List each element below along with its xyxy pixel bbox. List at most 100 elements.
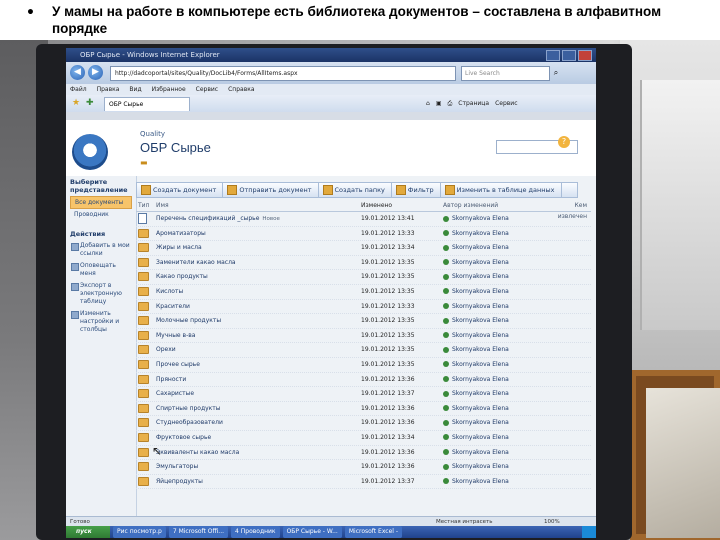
taskbar-item-office[interactable]: 7 Microsoft Offi...	[168, 526, 229, 538]
search-input[interactable]: Live Search	[461, 66, 550, 81]
item-author-link[interactable]: Skornyakova Elena	[443, 373, 553, 387]
item-author[interactable]: Skornyakova Elena	[452, 390, 509, 397]
item-name-link[interactable]: Прочее сырье	[152, 358, 361, 372]
item-author-link[interactable]: Skornyakova Elena	[443, 227, 553, 241]
item-name-link[interactable]: Жиры и масла	[152, 241, 361, 255]
item-author-link[interactable]: Skornyakova Elena	[443, 314, 553, 328]
tab-current[interactable]: ОБР Сырье	[104, 97, 190, 111]
item-name-link[interactable]: Студнеобразователи	[152, 416, 361, 430]
item-author-link[interactable]: Skornyakova Elena	[443, 402, 553, 416]
address-input[interactable]: http://dadcoportal/sites/Quality/DocLib4…	[110, 66, 456, 81]
item-author-link[interactable]: Skornyakova Elena	[443, 431, 553, 445]
column-checked-out[interactable]: Кем извлечен	[553, 200, 591, 220]
item-author-link[interactable]: Skornyakova Elena	[443, 446, 553, 460]
column-type[interactable]: Тип	[136, 200, 152, 211]
item-author-link[interactable]: Skornyakova Elena	[443, 475, 553, 489]
list-item[interactable]: Прочее сырье 19.01.2012 13:35 Skornyakova …	[136, 358, 591, 373]
item-author-link[interactable]: Skornyakova Elena	[443, 212, 553, 226]
item-author[interactable]: Skornyakova Elena	[452, 317, 509, 324]
item-name[interactable]: Сахаристые	[156, 390, 194, 397]
item-name-link[interactable]: Заменители какао масла	[152, 256, 361, 270]
item-author-link[interactable]: Skornyakova Elena	[443, 241, 553, 255]
action-alert-me[interactable]: Оповещать меня	[66, 260, 136, 280]
home-icon[interactable]: ⌂	[426, 98, 430, 109]
item-name[interactable]: Перечень спецификаций _сырье	[156, 215, 259, 222]
item-name-link[interactable]: Орехи	[152, 343, 361, 357]
item-name-link[interactable]: Спиртные продукты	[152, 402, 361, 416]
item-author[interactable]: Skornyakova Elena	[452, 273, 509, 280]
add-favorite-icon[interactable]: ✚	[86, 98, 94, 108]
menu-edit[interactable]: Правка	[97, 84, 120, 95]
favorites-star-icon[interactable]: ★	[72, 98, 80, 108]
list-item[interactable]: Спиртные продукты 19.01.2012 13:36 Skornya…	[136, 402, 591, 417]
item-name-link[interactable]: Перечень спецификаций _сырье Новое	[152, 212, 361, 226]
item-name-link[interactable]: Молочные продукты	[152, 314, 361, 328]
action-add-link[interactable]: Добавить в мои ссылки	[66, 240, 136, 260]
new-folder-button[interactable]: Создать папку	[319, 183, 392, 197]
list-item[interactable]: Заменители какао масла 19.01.2012 13:35 Sk…	[136, 256, 591, 271]
item-name-link[interactable]: Пряности	[152, 373, 361, 387]
item-author-link[interactable]: Skornyakova Elena	[443, 387, 553, 401]
parent-site-link[interactable]: Quality	[140, 130, 165, 138]
item-name-link[interactable]: Эмульгаторы	[152, 460, 361, 474]
maximize-icon[interactable]	[562, 50, 576, 61]
item-author-link[interactable]: Skornyakova Elena	[443, 358, 553, 372]
item-name[interactable]: Мучные в-ва	[156, 332, 195, 339]
list-item[interactable]: Пряности 19.01.2012 13:36 Skornyakova Elen…	[136, 373, 591, 388]
item-author-link[interactable]: Skornyakova Elena	[443, 270, 553, 284]
menu-tools[interactable]: Сервис	[196, 84, 218, 95]
item-author[interactable]: Skornyakova Elena	[452, 361, 509, 368]
item-name[interactable]: Красители	[156, 303, 190, 310]
list-item[interactable]: Мучные в-ва 19.01.2012 13:35 Skornyakova E…	[136, 329, 591, 344]
new-document-button[interactable]: Создать документ	[137, 183, 224, 197]
forward-icon[interactable]: ▶	[88, 65, 103, 80]
list-item[interactable]: Ароматизаторы 19.01.2012 13:33 Skornyakova…	[136, 227, 591, 242]
tools-menu[interactable]: Сервис	[495, 98, 517, 109]
menu-help[interactable]: Справка	[228, 84, 254, 95]
list-item[interactable]: Яйцепродукты 19.01.2012 13:37 Skornyakova …	[136, 475, 591, 490]
item-author[interactable]: Skornyakova Elena	[452, 244, 509, 251]
item-author-link[interactable]: Skornyakova Elena	[443, 343, 553, 357]
menu-favorites[interactable]: Избранное	[152, 84, 186, 95]
item-name-link[interactable]: Красители	[152, 300, 361, 314]
taskbar-item-explorer[interactable]: 4 Проводник	[231, 526, 280, 538]
item-author[interactable]: Skornyakova Elena	[452, 463, 509, 470]
taskbar-item-excel[interactable]: Microsoft Excel -	[344, 526, 403, 538]
item-name[interactable]: Студнеобразователи	[156, 419, 223, 426]
list-item[interactable]: Эквиваленты какао масла 19.01.2012 13:36 S…	[136, 446, 591, 461]
list-item[interactable]: Орехи 19.01.2012 13:35 Skornyakova Elena	[136, 343, 591, 358]
item-name[interactable]: Прочее сырье	[156, 361, 200, 368]
item-name[interactable]: Эквиваленты какао масла	[156, 449, 239, 456]
item-name-link[interactable]: Ароматизаторы	[152, 227, 361, 241]
item-author[interactable]: Skornyakova Elena	[452, 346, 509, 353]
column-author[interactable]: Автор изменений	[443, 200, 553, 211]
filter-button[interactable]: Фильтр	[392, 183, 441, 197]
item-author[interactable]: Skornyakova Elena	[452, 376, 509, 383]
close-icon[interactable]	[578, 50, 592, 61]
item-author[interactable]: Skornyakova Elena	[452, 303, 509, 310]
item-name-link[interactable]: Фруктовое сырье	[152, 431, 361, 445]
menu-file[interactable]: Файл	[70, 84, 87, 95]
item-name[interactable]: Какао продукты	[156, 273, 208, 280]
column-name[interactable]: Имя	[152, 200, 361, 211]
back-icon[interactable]: ◀	[70, 65, 85, 80]
list-item[interactable]: Какао продукты 19.01.2012 13:35 Skornyakov…	[136, 270, 591, 285]
item-name[interactable]: Спиртные продукты	[156, 405, 221, 412]
item-name[interactable]: Яйцепродукты	[156, 478, 203, 485]
upload-document-button[interactable]: Отправить документ	[223, 183, 319, 197]
item-author-link[interactable]: Skornyakova Elena	[443, 329, 553, 343]
item-author-link[interactable]: Skornyakova Elena	[443, 460, 553, 474]
item-name[interactable]: Ароматизаторы	[156, 230, 206, 237]
item-name[interactable]: Молочные продукты	[156, 317, 221, 324]
menu-view[interactable]: Вид	[129, 84, 141, 95]
item-author[interactable]: Skornyakova Elena	[452, 419, 509, 426]
print-icon[interactable]: ⎙	[447, 98, 452, 109]
system-tray[interactable]	[582, 526, 596, 538]
item-name-link[interactable]: Яйцепродукты	[152, 475, 361, 489]
list-item[interactable]: Фруктовое сырье 19.01.2012 13:34 Skornyako…	[136, 431, 591, 446]
action-export-spreadsheet[interactable]: Экспорт в электронную таблицу	[66, 280, 136, 308]
column-modified[interactable]: Изменено	[361, 200, 443, 211]
item-author[interactable]: Skornyakova Elena	[452, 449, 509, 456]
list-item[interactable]: Студнеобразователи 19.01.2012 13:36 Skorny…	[136, 416, 591, 431]
list-item[interactable]: Жиры и масла 19.01.2012 13:34 Skornyakova …	[136, 241, 591, 256]
